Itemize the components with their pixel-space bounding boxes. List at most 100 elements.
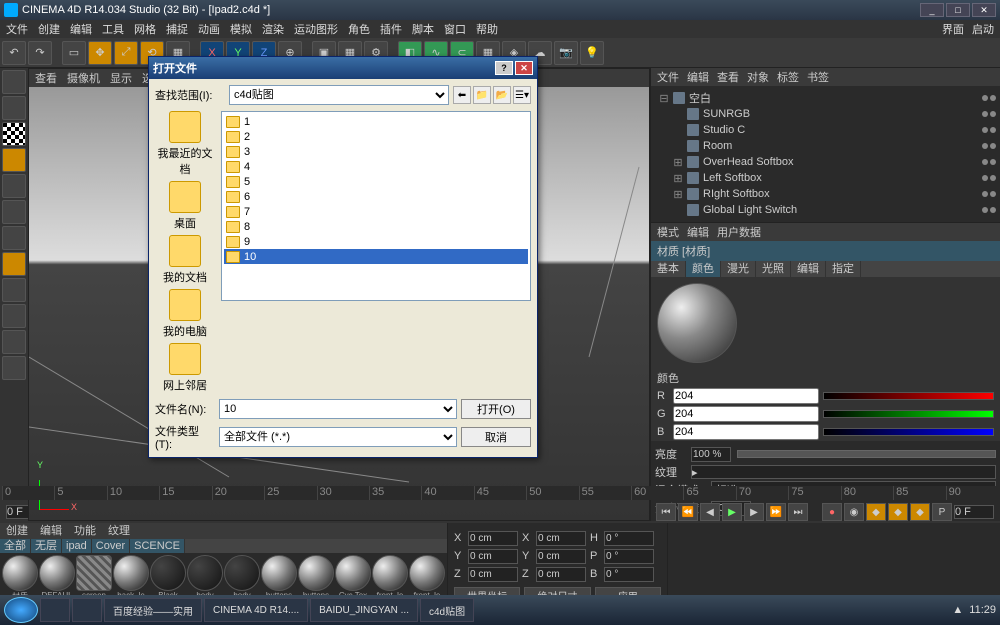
material-layer-tab[interactable]: ipad [62, 539, 92, 553]
next-frame[interactable]: ▶ [744, 503, 764, 521]
task-pinned[interactable] [72, 598, 102, 622]
object-tree-item[interactable]: ⊞OverHead Softbox [655, 154, 996, 170]
r-value[interactable] [673, 388, 819, 404]
g-slider[interactable] [823, 410, 994, 418]
dialog-close[interactable]: ✕ [515, 61, 533, 75]
menu-item[interactable]: 运动图形 [294, 21, 338, 37]
scale-tool[interactable]: ⤢ [114, 41, 138, 65]
key-rot[interactable]: ◆ [910, 503, 930, 521]
prev-key[interactable]: ⏪ [678, 503, 698, 521]
edge-mode[interactable] [2, 200, 26, 224]
object-tree-item[interactable]: ⊟空白 [655, 90, 996, 106]
close-button[interactable]: ✕ [972, 3, 996, 17]
key-param[interactable]: P [932, 503, 952, 521]
key-pos[interactable]: ◆ [866, 503, 886, 521]
start-button[interactable] [4, 597, 38, 623]
menu-item[interactable]: 界面 [942, 21, 964, 37]
material-channel-tab[interactable]: 颜色 [686, 261, 721, 277]
workplane-mode[interactable] [2, 148, 26, 172]
file-list-item[interactable]: 8 [224, 219, 528, 234]
open-button[interactable]: 打开(O) [461, 399, 531, 419]
r-slider[interactable] [823, 392, 994, 400]
b-slider[interactable] [823, 428, 994, 436]
panel-tab[interactable]: 对象 [747, 69, 769, 85]
up-button[interactable]: 📁 [473, 86, 491, 104]
newfolder-button[interactable]: 📂 [493, 86, 511, 104]
menu-item[interactable]: 模拟 [230, 21, 252, 37]
menu-item[interactable]: 窗口 [444, 21, 466, 37]
object-tree-item[interactable]: SUNRGB [655, 106, 996, 122]
object-tree-item[interactable]: ⊞Left Softbox [655, 170, 996, 186]
filename-input[interactable]: 10 [219, 399, 457, 419]
prev-frame[interactable]: ◀ [700, 503, 720, 521]
file-list-item[interactable]: 2 [224, 129, 528, 144]
play-button[interactable]: ▶ [722, 503, 742, 521]
lookin-dropdown[interactable]: c4d贴图 [229, 85, 449, 105]
y-size[interactable] [536, 549, 586, 564]
object-tree-item[interactable]: Global Light Switch [655, 202, 996, 218]
panel-tab[interactable]: 书签 [807, 69, 829, 85]
panel-tab[interactable]: 查看 [717, 69, 739, 85]
dialog-titlebar[interactable]: 打开文件 ? ✕ [149, 57, 537, 79]
file-list-item[interactable]: 4 [224, 159, 528, 174]
material-channel-tab[interactable]: 指定 [826, 261, 861, 277]
panel-tab[interactable]: 文件 [657, 69, 679, 85]
task-pinned[interactable] [40, 598, 70, 622]
material-channel-tab[interactable]: 光照 [756, 261, 791, 277]
material-menu-item[interactable]: 功能 [68, 523, 102, 539]
model-mode[interactable] [2, 70, 26, 94]
z-pos[interactable] [468, 567, 518, 582]
h-rot[interactable] [604, 531, 654, 546]
material-layer-tab[interactable]: 全部 [0, 539, 31, 553]
file-list-item[interactable]: 7 [224, 204, 528, 219]
polygon-mode[interactable] [2, 226, 26, 250]
menu-item[interactable]: 动画 [198, 21, 220, 37]
material-menu-item[interactable]: 创建 [0, 523, 34, 539]
cancel-button[interactable]: 取消 [461, 427, 531, 447]
material-preview-sphere[interactable] [657, 283, 737, 363]
x-pos[interactable] [468, 531, 518, 546]
b-rot[interactable] [604, 567, 654, 582]
menu-item[interactable]: 帮助 [476, 21, 498, 37]
goto-end[interactable]: ⏭ [788, 503, 808, 521]
viewport-menu-item[interactable]: 显示 [110, 70, 132, 86]
object-tree-item[interactable]: Studio C [655, 122, 996, 138]
material-channel-tab[interactable]: 基本 [651, 261, 686, 277]
menu-item[interactable]: 编辑 [70, 21, 92, 37]
camera-tool[interactable]: 📷 [554, 41, 578, 65]
back-button[interactable]: ⬅ [453, 86, 471, 104]
system-tray[interactable]: ▲ 11:29 [952, 604, 996, 616]
taskbar-item[interactable]: CINEMA 4D R14.... [204, 598, 308, 622]
menu-item[interactable]: 捕捉 [166, 21, 188, 37]
filetype-dropdown[interactable]: 全部文件 (*.*) [219, 427, 457, 447]
file-list-item[interactable]: 3 [224, 144, 528, 159]
menu-item[interactable]: 插件 [380, 21, 402, 37]
file-list-item[interactable]: 5 [224, 174, 528, 189]
viewport-menu-item[interactable]: 查看 [35, 70, 57, 86]
brightness-slider[interactable] [737, 450, 996, 458]
menu-item[interactable]: 脚本 [412, 21, 434, 37]
material-channel-tab[interactable]: 漫光 [721, 261, 756, 277]
x-size[interactable] [536, 531, 586, 546]
viewport-solo[interactable] [2, 304, 26, 328]
g-value[interactable] [673, 406, 819, 422]
object-tree-item[interactable]: ⊞RIght Softbox [655, 186, 996, 202]
file-list-item[interactable]: 10 [224, 249, 528, 264]
taskbar-item[interactable]: 百度经验——实用 [104, 598, 202, 622]
file-list-item[interactable]: 9 [224, 234, 528, 249]
menu-item[interactable]: 角色 [348, 21, 370, 37]
frame-current[interactable] [954, 505, 994, 519]
z-size[interactable] [536, 567, 586, 582]
material-layer-tab[interactable]: SCENCE [130, 539, 185, 553]
point-mode[interactable] [2, 174, 26, 198]
attribute-tab[interactable]: 模式 [657, 224, 679, 240]
places-item[interactable]: 网上邻居 [163, 343, 207, 393]
menu-item[interactable]: 创建 [38, 21, 60, 37]
tray-icon[interactable]: ▲ [952, 604, 963, 616]
enable-axis[interactable] [2, 278, 26, 302]
object-tree-item[interactable]: Room [655, 138, 996, 154]
maximize-button[interactable]: □ [946, 3, 970, 17]
material-menu-item[interactable]: 纹理 [102, 523, 136, 539]
taskbar-item[interactable]: c4d贴图 [420, 598, 474, 622]
material-layer-tab[interactable]: 无层 [31, 539, 62, 553]
